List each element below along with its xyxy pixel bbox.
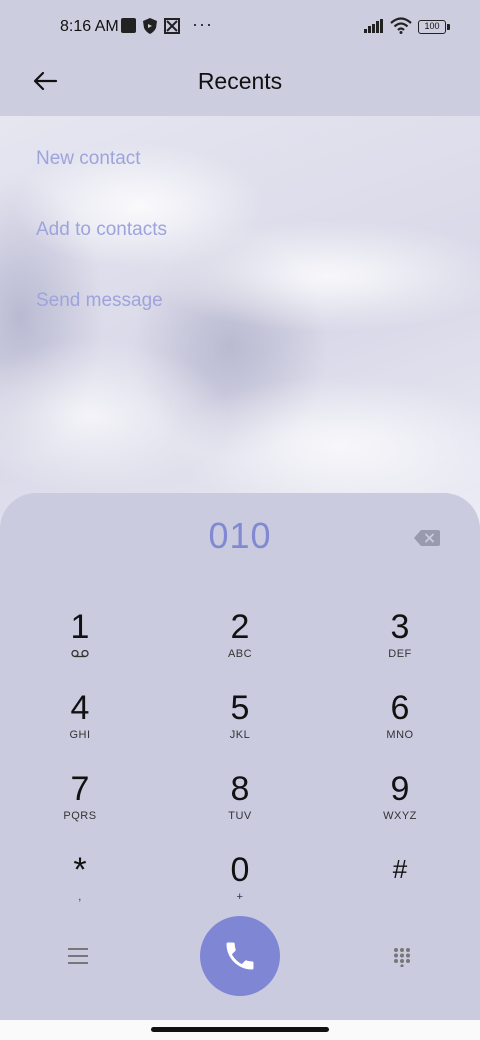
key-letters: PQRS — [63, 810, 97, 822]
more-icon: ··· — [192, 14, 213, 34]
key-hash[interactable]: # — [340, 852, 460, 924]
key-digit: 9 — [390, 770, 410, 808]
key-letters: TUV — [228, 810, 252, 822]
status-time: 8:16 AM — [60, 18, 119, 35]
add-to-contacts-option[interactable]: Add to contacts — [36, 219, 167, 241]
key-letters: , — [78, 891, 82, 903]
key-4[interactable]: 4 GHI — [20, 690, 140, 762]
key-letters: MNO — [386, 729, 414, 741]
key-letters: DEF — [388, 648, 412, 660]
dialed-number: 010 — [208, 515, 272, 556]
key-digit: 2 — [230, 608, 250, 646]
key-digit: 7 — [70, 770, 90, 808]
voicemail-icon — [71, 649, 89, 658]
backspace-icon[interactable] — [414, 530, 440, 546]
key-8[interactable]: 8 TUV — [180, 771, 300, 843]
key-5[interactable]: 5 JKL — [180, 690, 300, 762]
keypad-icon[interactable] — [393, 947, 411, 967]
battery-icon: 100 — [418, 20, 450, 34]
key-digit: * — [73, 851, 87, 889]
call-button[interactable] — [200, 916, 280, 996]
square-icon — [121, 18, 136, 33]
key-digit: 5 — [230, 689, 250, 727]
key-letters: GHI — [69, 729, 91, 741]
key-digit: # — [392, 854, 408, 884]
phone-icon — [226, 942, 254, 970]
signal-icon — [364, 19, 383, 33]
key-digit: 1 — [70, 608, 90, 646]
wifi-icon — [390, 17, 412, 34]
key-3[interactable]: 3 DEF — [340, 609, 460, 681]
page-title: Recents — [197, 68, 283, 94]
status-bar: 8:16 AM ··· 100 — [0, 0, 480, 56]
key-9[interactable]: 9 WXYZ — [340, 771, 460, 843]
key-digit: 8 — [230, 770, 250, 808]
key-0[interactable]: 0 + — [180, 852, 300, 924]
key-1[interactable]: 1 — [20, 609, 140, 681]
menu-icon[interactable] — [68, 948, 88, 964]
key-7[interactable]: 7 PQRS — [20, 771, 140, 843]
key-letters: ABC — [227, 648, 253, 660]
key-2[interactable]: 2 ABC — [180, 609, 300, 681]
shield-icon — [143, 18, 157, 34]
send-message-option[interactable]: Send message — [36, 290, 163, 312]
key-letters: WXYZ — [383, 810, 417, 822]
navigation-bar — [0, 1020, 480, 1040]
dialer-panel: 010 1 2 ABC 3 DEF 4 GHI 5 JKL 6 MNO 7 PQ… — [0, 493, 480, 1020]
key-letters: + — [236, 891, 244, 903]
key-digit: 4 — [70, 689, 90, 727]
key-digit: 6 — [390, 689, 410, 727]
key-star[interactable]: * , — [20, 852, 140, 924]
key-digit: 0 — [230, 851, 250, 889]
new-contact-option[interactable]: New contact — [36, 148, 141, 170]
key-letters: JKL — [229, 729, 251, 741]
key-6[interactable]: 6 MNO — [340, 690, 460, 762]
app-header: Recents — [0, 56, 480, 116]
key-digit: 3 — [390, 608, 410, 646]
network-icon — [164, 18, 180, 34]
home-indicator[interactable] — [151, 1027, 329, 1032]
